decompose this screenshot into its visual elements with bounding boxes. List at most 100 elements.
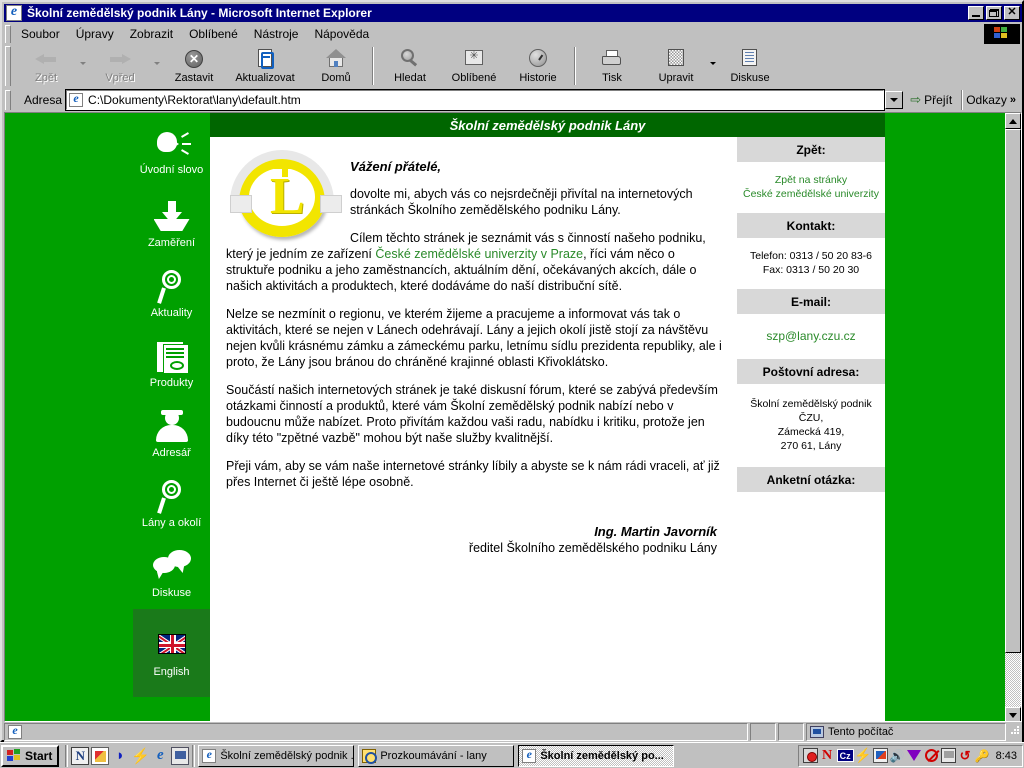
menu-nastroje[interactable]: Nástroje [246, 25, 307, 43]
toolbar-stop-button[interactable]: Zastavit [162, 46, 226, 88]
toolbar-drag-grip[interactable] [5, 46, 11, 86]
toolbar-discuss-button[interactable]: Diskuse [718, 46, 782, 88]
toolbar-refresh-label: Aktualizovat [235, 72, 295, 84]
address-line-2: Zámecká 419, [777, 426, 845, 438]
back-dropdown-arrow-icon[interactable] [78, 46, 88, 88]
toolbar-favorites-label: Oblíbené [451, 72, 497, 84]
restore-button[interactable] [986, 6, 1002, 20]
scroll-down-button[interactable] [1005, 707, 1021, 721]
forward-dropdown-arrow-icon[interactable] [152, 46, 162, 88]
menu-napoveda[interactable]: Nápověda [306, 25, 377, 43]
sidebar-item-aktuality[interactable]: Aktuality [133, 259, 210, 329]
key-icon[interactable]: 🔑 [975, 748, 990, 763]
go-button[interactable]: ⇨ Přejít [904, 92, 958, 108]
address-line-3: 270 61, Lány [780, 440, 842, 452]
sidebar-item-adresar[interactable]: Adresář [133, 399, 210, 469]
czu-link[interactable]: České zemědělské univerzity v Praze [375, 247, 583, 261]
internet-explorer-icon[interactable]: e [151, 747, 169, 765]
resize-grip[interactable] [1008, 723, 1022, 741]
keyboard-layout-icon[interactable]: Cz [836, 749, 854, 762]
toolbar-edit-label: Upravit [658, 72, 694, 84]
norton-icon[interactable]: N [820, 748, 835, 763]
links-label: Odkazy [966, 93, 1007, 107]
toolbar-separator [372, 47, 374, 85]
toolbar-home-button[interactable]: Domů [304, 46, 368, 88]
go-label: Přejít [924, 93, 953, 107]
chevron-right-icon: » [1009, 94, 1016, 106]
links-button[interactable]: Odkazy » [966, 93, 1022, 107]
address-dropdown-button[interactable] [885, 91, 904, 109]
netscape-icon[interactable]: N [71, 746, 90, 765]
screen-icon[interactable] [872, 748, 888, 763]
status-pane-3 [778, 723, 804, 741]
page-content: Školní zemědělský podnik Lány L Vážení p… [210, 113, 885, 721]
task-label-2: Prozkoumávání - lany [380, 749, 487, 762]
messenger-icon[interactable]: ◗ [111, 747, 129, 765]
scroll-up-button[interactable] [1005, 113, 1021, 129]
start-button[interactable]: Start [1, 744, 60, 767]
sidebar-item-diskuse[interactable]: Diskuse [133, 539, 210, 609]
speaker-icon[interactable]: 🔊 [890, 748, 905, 763]
windows-flag-icon [6, 748, 22, 763]
sidebar-item-english[interactable]: English [133, 609, 210, 697]
back-to-czu-link[interactable]: Zpět na stránky České zemědělské univerz… [743, 174, 879, 200]
taskbar-divider-2 [192, 744, 196, 767]
flash-icon[interactable]: ⚡ [131, 747, 150, 765]
toolbar-favorites-button[interactable]: Oblíbené [442, 46, 506, 88]
windows-logo-icon [984, 24, 1020, 44]
tray-clock[interactable]: 8:43 [996, 750, 1017, 762]
email-link[interactable]: szp@lany.czu.cz [766, 329, 855, 343]
toolbar-back-button[interactable]: Zpět [14, 46, 78, 88]
toolbar-print-button[interactable]: Tisk [580, 46, 644, 88]
taskbar: Start N ◗ ⚡ e Školní zemědělský podnik .… [0, 742, 1024, 768]
task-button-3[interactable]: Školní zemědělský po... [518, 744, 675, 767]
paint-icon[interactable] [91, 746, 110, 765]
minimize-button[interactable] [968, 6, 984, 20]
toolbar-back-label: Zpět [34, 72, 57, 84]
status-message [4, 723, 748, 741]
menu-drag-grip[interactable] [5, 25, 11, 43]
menu-zobrazit[interactable]: Zobrazit [122, 25, 181, 43]
sidebar-label-aktuality: Aktuality [150, 307, 193, 319]
task-button-2[interactable]: Prozkoumávání - lany [358, 744, 515, 767]
sidebar-item-zamereni[interactable]: Zaměření [133, 189, 210, 259]
menu-oblibene[interactable]: Oblíbené [181, 25, 246, 43]
sidebar-label-diskuse: Diskuse [151, 587, 192, 599]
menu-upravy[interactable]: Úpravy [68, 25, 122, 43]
document-list-icon [152, 339, 192, 375]
refresh-circle-icon[interactable]: ↺ [958, 748, 973, 763]
toolbar-edit-button[interactable]: Upravit [644, 46, 708, 88]
toolbar-refresh-button[interactable]: Aktualizovat [226, 46, 304, 88]
monitor-icon[interactable] [940, 748, 956, 763]
triangle-icon[interactable] [907, 748, 922, 763]
task-button-1[interactable]: Školní zemědělský podnik ... [198, 744, 355, 767]
vertical-scrollbar[interactable] [1005, 113, 1021, 721]
toolbar-discuss-label: Diskuse [730, 72, 770, 84]
sidebar-item-uvodni-slovo[interactable]: Úvodní slovo [133, 113, 210, 189]
sidebar-item-lany-a-okoli[interactable]: Lány a okolí [133, 469, 210, 539]
scrollbar-thumb[interactable] [1005, 129, 1021, 653]
bolt-icon[interactable]: ⚡ [854, 747, 871, 763]
address-input[interactable]: C:\Dokumenty\Rektorat\lany\default.htm [65, 89, 886, 111]
toolbar-history-button[interactable]: Historie [506, 46, 570, 88]
scrollbar-track[interactable] [1005, 129, 1021, 707]
clock-alarm-icon[interactable] [802, 748, 818, 763]
info-panel: Zpět: Zpět na stránky České zemědělské u… [737, 137, 885, 721]
no-entry-icon[interactable] [924, 748, 939, 763]
menu-soubor[interactable]: Soubor [13, 25, 68, 43]
security-zone[interactable]: Tento počítač [806, 723, 1006, 741]
toolbar-forward-label: Vpřed [105, 72, 135, 84]
address-label: Adresa [24, 93, 63, 107]
edit-dropdown-arrow-icon[interactable] [708, 46, 718, 88]
menu-upravy-label: Úpravy [75, 27, 114, 41]
show-desktop-icon[interactable] [171, 746, 190, 765]
toolbar-search-label: Hledat [394, 72, 426, 84]
signature-role: ředitel Školního zemědělského podniku Lá… [468, 541, 717, 555]
forward-arrow-icon [108, 48, 132, 70]
page-left-margin [5, 113, 133, 721]
toolbar-forward-button[interactable]: Vpřed [88, 46, 152, 88]
address-drag-grip[interactable] [5, 90, 11, 110]
close-button[interactable]: ✕ [1004, 6, 1020, 20]
toolbar-search-button[interactable]: Hledat [378, 46, 442, 88]
sidebar-item-produkty[interactable]: Produkty [133, 329, 210, 399]
